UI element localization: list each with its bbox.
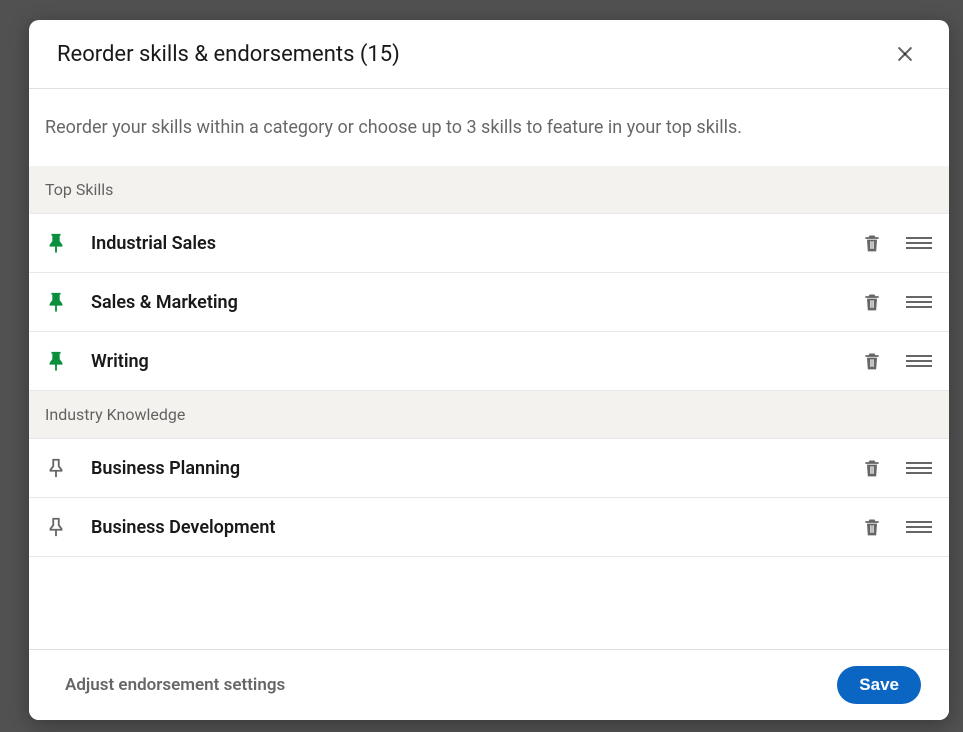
pin-outline-icon bbox=[45, 516, 67, 538]
close-button[interactable] bbox=[889, 38, 921, 70]
drag-handle[interactable] bbox=[905, 293, 933, 311]
skill-row: Industrial Sales bbox=[29, 213, 949, 273]
drag-icon bbox=[906, 354, 932, 368]
category-header-top-skills: Top Skills bbox=[29, 166, 949, 213]
modal-title: Reorder skills & endorsements (15) bbox=[57, 42, 400, 67]
drag-icon bbox=[906, 520, 932, 534]
row-actions bbox=[861, 232, 933, 254]
category-list-top-skills: Industrial Sales bbox=[29, 213, 949, 391]
row-actions bbox=[861, 457, 933, 479]
modal-header: Reorder skills & endorsements (15) bbox=[29, 20, 949, 89]
drag-handle[interactable] bbox=[905, 234, 933, 252]
modal-description: Reorder your skills within a category or… bbox=[29, 89, 949, 166]
row-actions bbox=[861, 350, 933, 372]
pin-filled-icon bbox=[45, 350, 67, 372]
delete-button[interactable] bbox=[861, 291, 883, 313]
pin-filled-icon bbox=[45, 232, 67, 254]
category-header-industry-knowledge: Industry Knowledge bbox=[29, 391, 949, 438]
pin-toggle[interactable] bbox=[45, 291, 81, 313]
pin-toggle[interactable] bbox=[45, 457, 81, 479]
skill-name: Business Planning bbox=[81, 458, 861, 479]
modal-footer: Adjust endorsement settings Save bbox=[29, 649, 949, 720]
trash-icon bbox=[862, 457, 882, 479]
delete-button[interactable] bbox=[861, 350, 883, 372]
delete-button[interactable] bbox=[861, 516, 883, 538]
close-icon bbox=[895, 44, 915, 64]
delete-button[interactable] bbox=[861, 232, 883, 254]
skill-name: Industrial Sales bbox=[81, 233, 861, 254]
trash-icon bbox=[862, 232, 882, 254]
modal-body[interactable]: Reorder your skills within a category or… bbox=[29, 89, 949, 649]
skill-row: Sales & Marketing bbox=[29, 273, 949, 332]
row-actions bbox=[861, 291, 933, 313]
row-actions bbox=[861, 516, 933, 538]
trash-icon bbox=[862, 291, 882, 313]
adjust-endorsement-settings-link[interactable]: Adjust endorsement settings bbox=[65, 675, 285, 695]
skill-name: Writing bbox=[81, 351, 861, 372]
drag-handle[interactable] bbox=[905, 518, 933, 536]
pin-toggle[interactable] bbox=[45, 516, 81, 538]
drag-handle[interactable] bbox=[905, 459, 933, 477]
skill-row: Business Development bbox=[29, 498, 949, 557]
drag-handle[interactable] bbox=[905, 352, 933, 370]
skill-name: Sales & Marketing bbox=[81, 292, 861, 313]
skill-name: Business Development bbox=[81, 517, 861, 538]
drag-icon bbox=[906, 295, 932, 309]
skill-row: Writing bbox=[29, 332, 949, 391]
trash-icon bbox=[862, 350, 882, 372]
skill-row: Business Planning bbox=[29, 438, 949, 498]
drag-icon bbox=[906, 461, 932, 475]
reorder-skills-modal: Reorder skills & endorsements (15) Reord… bbox=[29, 20, 949, 720]
delete-button[interactable] bbox=[861, 457, 883, 479]
save-button[interactable]: Save bbox=[837, 666, 921, 704]
category-list-industry-knowledge: Business Planning bbox=[29, 438, 949, 557]
trash-icon bbox=[862, 516, 882, 538]
pin-outline-icon bbox=[45, 457, 67, 479]
pin-filled-icon bbox=[45, 291, 67, 313]
pin-toggle[interactable] bbox=[45, 232, 81, 254]
drag-icon bbox=[906, 236, 932, 250]
pin-toggle[interactable] bbox=[45, 350, 81, 372]
